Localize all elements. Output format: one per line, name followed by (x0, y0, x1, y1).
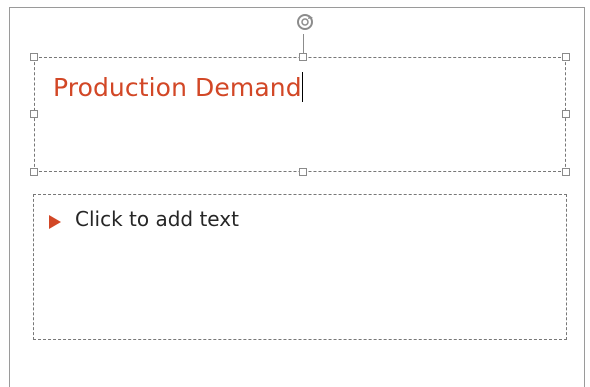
title-placeholder[interactable]: Production Demand (34, 57, 566, 172)
resize-handle-middle-right[interactable] (562, 110, 570, 118)
rotate-handle-icon[interactable] (295, 12, 315, 32)
resize-handle-bottom-right[interactable] (562, 168, 570, 176)
text-caret (301, 72, 303, 102)
resize-handle-bottom-center[interactable] (299, 168, 307, 176)
content-placeholder-text[interactable]: Click to add text (75, 207, 239, 231)
content-placeholder[interactable]: Click to add text (33, 194, 567, 340)
resize-handle-bottom-left[interactable] (30, 168, 38, 176)
resize-handle-middle-left[interactable] (30, 110, 38, 118)
slide-title[interactable]: Production Demand (53, 72, 303, 102)
resize-handle-top-center[interactable] (299, 53, 307, 61)
resize-handle-top-left[interactable] (30, 53, 38, 61)
resize-handle-top-right[interactable] (562, 53, 570, 61)
slide-title-text[interactable]: Production Demand (53, 73, 302, 102)
triangle-bullet-icon (49, 215, 61, 229)
